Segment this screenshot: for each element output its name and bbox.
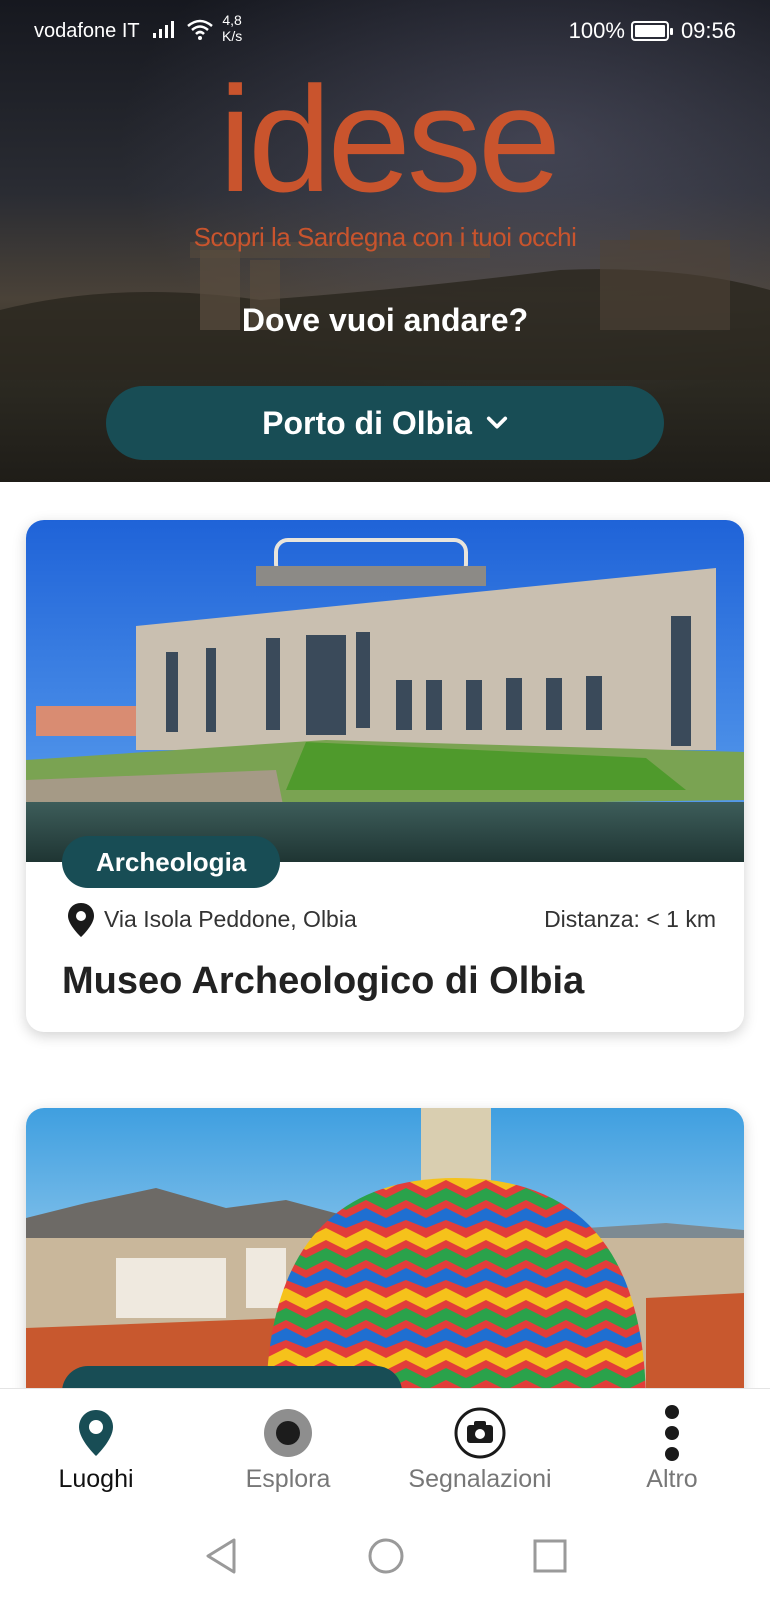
nav-esplora[interactable]: Esplora [192, 1403, 384, 1513]
wifi-icon [187, 19, 213, 40]
chevron-down-icon [486, 416, 507, 429]
category-badge: Archeologia [62, 836, 281, 888]
place-photo-dome [26, 1108, 744, 1408]
location-pin-icon [68, 903, 94, 937]
map-pin-icon [79, 1410, 113, 1456]
more-vertical-icon [665, 1405, 679, 1461]
place-title: Museo Archeologico di Olbia [62, 960, 585, 1002]
battery-icon [630, 21, 673, 41]
place-photo-museum [26, 520, 744, 862]
network-speed: 4,8 K/s [222, 12, 243, 44]
place-card[interactable]: Archeologia Via Isola Peddone, Olbia Dis… [26, 520, 744, 1032]
app-tagline: Scopri la Sardegna con i tuoi occhi [193, 222, 577, 252]
place-address: Via Isola Peddone, Olbia [104, 906, 357, 932]
nav-segnalazioni[interactable]: Segnalazioni [384, 1403, 576, 1513]
record-icon [264, 1409, 312, 1457]
camera-icon [454, 1407, 506, 1459]
place-distance: Distanza: < 1 km [544, 906, 716, 932]
signal-icon [153, 21, 174, 38]
back-icon[interactable] [202, 1536, 240, 1576]
bottom-navigation: Luoghi Esplora Segnalazioni Altro [0, 1388, 770, 1518]
app-logo: idese [218, 55, 562, 223]
system-navigation-bar [0, 1518, 770, 1600]
location-dropdown-value: Porto di Olbia [262, 404, 472, 441]
home-icon[interactable] [366, 1536, 406, 1576]
nav-luoghi[interactable]: Luoghi [0, 1403, 192, 1513]
destination-question: Dove vuoi andare? [241, 302, 529, 338]
carrier-label: vodafone IT [34, 20, 140, 42]
clock: 09:56 [680, 18, 736, 43]
place-card[interactable] [26, 1108, 744, 1408]
hero-header: vodafone IT 4,8 K/s 100% 09:56 idese Sco… [0, 0, 770, 482]
recents-icon[interactable] [532, 1536, 568, 1576]
location-dropdown[interactable]: Porto di Olbia [106, 386, 664, 460]
battery-percent: 100% [568, 18, 625, 43]
nav-altro[interactable]: Altro [576, 1403, 768, 1513]
